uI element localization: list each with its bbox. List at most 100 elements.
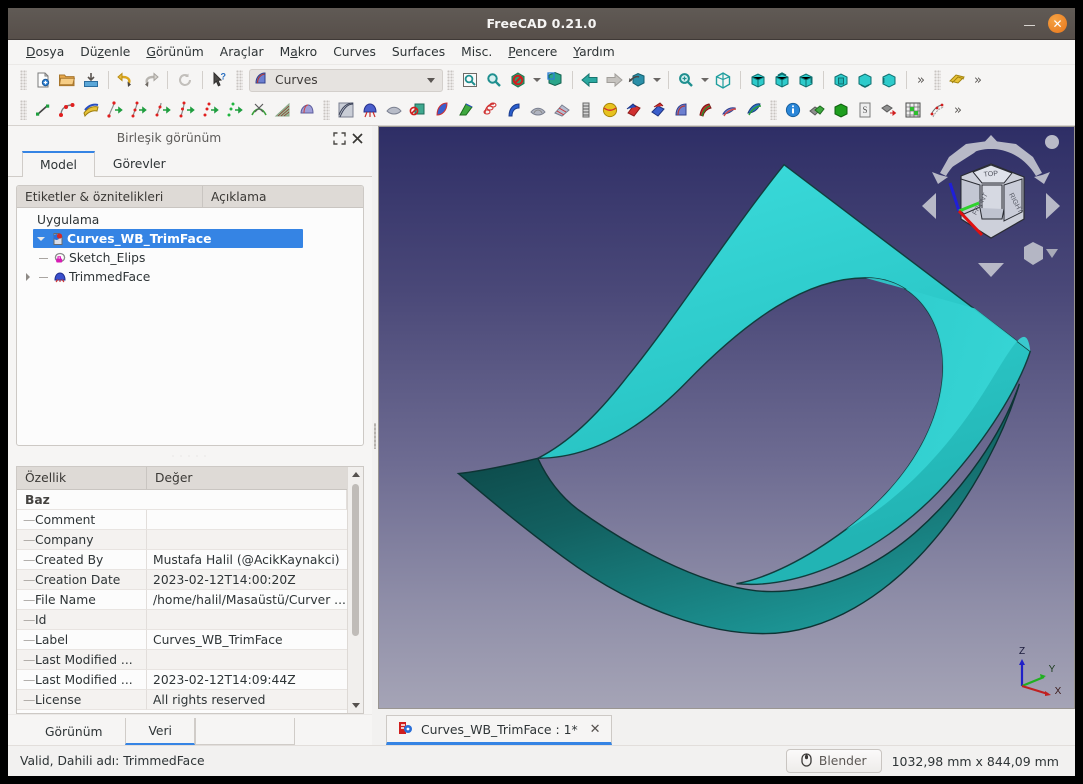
point-on-curve-icon[interactable]	[223, 98, 247, 122]
solid-icon[interactable]	[829, 98, 853, 122]
extract-geometry-icon[interactable]	[877, 98, 901, 122]
curve-wb-icon[interactable]	[670, 98, 694, 122]
tab-gorevler[interactable]: Görevler	[95, 150, 184, 176]
isometric-view-icon[interactable]	[711, 68, 735, 92]
tree-col-labels[interactable]: Etiketler & öznitelikleri	[17, 186, 203, 207]
tab-veri[interactable]: Veri	[125, 718, 195, 745]
tree-col-description[interactable]: Açıklama	[203, 186, 363, 207]
chevron-down-icon[interactable]	[530, 68, 543, 92]
new-document-icon[interactable]	[31, 68, 55, 92]
blend-surface-icon[interactable]	[382, 98, 406, 122]
whats-this-icon[interactable]: ?	[208, 68, 232, 92]
hair-comb-icon[interactable]	[334, 98, 358, 122]
document-tab[interactable]: Curves_WB_TrimFace : 1* ✕	[386, 715, 612, 745]
segment-surface-icon[interactable]	[574, 98, 598, 122]
discretize-icon[interactable]	[127, 98, 151, 122]
back-arrow-icon[interactable]	[578, 68, 602, 92]
menu-gorunum[interactable]: Görünüm	[138, 43, 211, 61]
comp-filter-icon[interactable]	[742, 98, 766, 122]
menu-misc[interactable]: Misc.	[453, 43, 500, 61]
bounding-box-icon[interactable]	[543, 68, 567, 92]
table-row[interactable]: — Created By Mustafa Halil (@AcikKaynakci…	[17, 550, 347, 570]
curve-on-surface-icon[interactable]	[247, 98, 271, 122]
scrollbar-thumb[interactable]	[352, 484, 359, 636]
toolbar-grip[interactable]	[20, 70, 27, 90]
sketch-on-surface-icon[interactable]	[925, 98, 949, 122]
3d-viewport[interactable]: TOP FRONT RIGHT Z Y X	[378, 126, 1075, 709]
close-icon[interactable]: ✕	[590, 722, 601, 737]
sweep2rails-icon[interactable]	[430, 98, 454, 122]
rear-view-icon[interactable]	[829, 68, 853, 92]
property-value[interactable]: /home/halil/Masaüstü/Curver ...	[147, 590, 347, 610]
tree-item-application[interactable]: Uygulama	[17, 210, 363, 229]
parametric-blend-icon[interactable]	[199, 98, 223, 122]
toolbar-grip[interactable]	[934, 70, 941, 90]
chevron-down-icon[interactable]	[650, 68, 663, 92]
toolbar-grip[interactable]	[20, 100, 27, 120]
pipeshell-icon[interactable]	[478, 98, 502, 122]
minimize-button[interactable]	[1022, 16, 1038, 32]
tree-item-sketch-elips[interactable]: Sketch_Elips	[17, 248, 363, 267]
table-row[interactable]: — Company	[17, 530, 347, 550]
left-view-icon[interactable]	[877, 68, 901, 92]
table-row[interactable]: — Creation Date 2023-02-12T14:00:20Z	[17, 570, 347, 590]
curves-extend-icon[interactable]	[79, 98, 103, 122]
sphere-map-icon[interactable]	[598, 98, 622, 122]
solid-from-shell-icon[interactable]	[646, 98, 670, 122]
grid-icon[interactable]	[901, 98, 925, 122]
sketch-icon[interactable]: S	[853, 98, 877, 122]
property-scrollbar[interactable]	[347, 467, 363, 713]
redo-icon[interactable]	[138, 68, 162, 92]
no-selection-icon[interactable]	[506, 68, 530, 92]
undock-icon[interactable]	[330, 129, 348, 147]
compound-icon[interactable]	[805, 98, 829, 122]
table-row[interactable]: — Label Curves_WB_TrimFace	[17, 630, 347, 650]
toolbar-grip[interactable]	[447, 70, 454, 90]
property-value[interactable]	[147, 650, 347, 670]
property-value[interactable]: Curves_WB_TrimFace	[147, 630, 347, 650]
sweep-icon[interactable]	[502, 98, 526, 122]
property-value[interactable]: 2023-02-12T14:00:20Z	[147, 570, 347, 590]
tab-gorunum[interactable]: Görünüm	[22, 718, 125, 745]
toolbar-overflow-2[interactable]: »	[949, 98, 967, 122]
table-row[interactable]: — Id	[17, 610, 347, 630]
menu-araclar[interactable]: Araçlar	[212, 43, 272, 61]
approximate-icon[interactable]	[151, 98, 175, 122]
mixed-curve-icon[interactable]	[622, 98, 646, 122]
isocurve-icon[interactable]	[295, 98, 319, 122]
profile-support-icon[interactable]	[454, 98, 478, 122]
menu-makro[interactable]: Makro	[272, 43, 326, 61]
toolbar-overflow-1[interactable]: »	[912, 68, 930, 92]
right-view-icon[interactable]	[794, 68, 818, 92]
zebra-stripes-icon[interactable]	[358, 98, 382, 122]
toolbar-overflow-1b[interactable]: »	[969, 68, 987, 92]
tree-item-curves-wb-trimface[interactable]: Curves_WB_TrimFace	[33, 229, 303, 248]
property-value[interactable]	[147, 530, 347, 550]
table-row[interactable]: — Last Modified ...	[17, 650, 347, 670]
info-icon[interactable]	[781, 98, 805, 122]
workbench-selector[interactable]: Curves	[249, 68, 443, 92]
chevron-down-icon[interactable]	[33, 231, 49, 247]
menu-pencere[interactable]: Pencere	[500, 43, 565, 61]
prop-col-value[interactable]: Değer	[147, 467, 347, 489]
bspline-icon[interactable]	[55, 98, 79, 122]
table-row[interactable]: — Comment	[17, 510, 347, 530]
top-view-icon[interactable]	[770, 68, 794, 92]
open-folder-icon[interactable]	[55, 68, 79, 92]
gordon-surface-icon[interactable]	[271, 98, 295, 122]
draw-style-icon[interactable]	[626, 68, 650, 92]
toolbar-grip[interactable]	[236, 70, 243, 90]
menu-surfaces[interactable]: Surfaces	[384, 43, 453, 61]
undo-icon[interactable]	[114, 68, 138, 92]
chevron-down-icon[interactable]	[698, 68, 711, 92]
flatten-face-icon[interactable]	[526, 98, 550, 122]
close-icon[interactable]	[348, 129, 366, 147]
scroll-up-button[interactable]	[348, 467, 363, 482]
panel-splitter-horizontal[interactable]	[8, 446, 372, 466]
zoom-fit-selection-icon[interactable]	[674, 68, 698, 92]
surface-analysis-icon[interactable]	[550, 98, 574, 122]
measure-icon[interactable]	[945, 68, 969, 92]
toolbar-grip[interactable]	[770, 100, 777, 120]
interpolate-icon[interactable]	[175, 98, 199, 122]
property-value[interactable]: 2023-02-12T14:09:44Z	[147, 670, 347, 690]
